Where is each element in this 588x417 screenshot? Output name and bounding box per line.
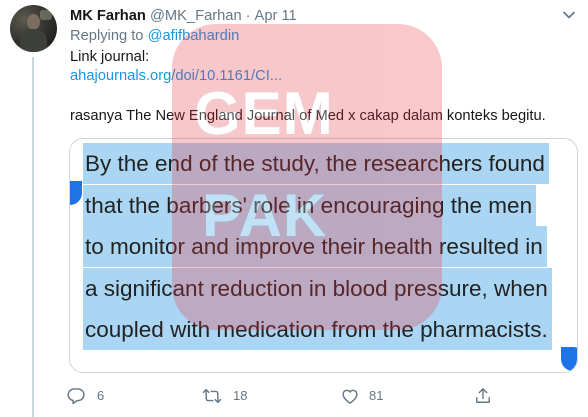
reply-icon <box>67 388 85 405</box>
highlighted-text: By the end of the study, the researchers… <box>83 143 549 184</box>
reply-button[interactable] <box>66 386 86 406</box>
journal-link[interactable]: ahajournals.org/doi/10.1161/CI... <box>70 66 282 86</box>
media-text-line: that the barbers' role in encouraging th… <box>83 184 537 226</box>
separator-dot: · <box>245 8 251 24</box>
avatar-background-light <box>40 10 52 20</box>
highlighted-text: a significant reduction in blood pressur… <box>83 267 552 309</box>
tweet-date[interactable]: Apr 11 <box>255 8 297 24</box>
highlighted-text: to monitor and improve their health resu… <box>83 226 547 267</box>
retweet-count: 18 <box>233 388 248 403</box>
share-icon <box>476 388 490 403</box>
author-name[interactable]: MK Farhan <box>70 8 146 24</box>
tweet-media-image[interactable]: By the end of the study, the researchers… <box>69 138 578 373</box>
retweet-icon <box>202 388 222 404</box>
media-text-line: By the end of the study, the researchers… <box>83 143 549 184</box>
selection-end-handle <box>561 347 577 371</box>
replying-prefix: Replying to <box>70 28 144 44</box>
reply-count: 6 <box>97 388 105 403</box>
avatar[interactable] <box>10 5 57 52</box>
more-options-button[interactable] <box>559 5 579 25</box>
media-text-line: coupled with medication from the pharmac… <box>83 309 552 350</box>
media-text-line: a significant reduction in blood pressur… <box>83 267 552 309</box>
media-text-line: to monitor and improve their health resu… <box>83 226 547 267</box>
retweet-button[interactable] <box>202 386 222 406</box>
selection-start-handle <box>70 181 82 205</box>
highlighted-text: that the barbers' role in encouraging th… <box>83 184 537 226</box>
author-handle[interactable]: @MK_Farhan <box>150 8 242 24</box>
tweet-body-text: rasanya The New England Journal of Med x… <box>70 108 546 124</box>
chevron-down-icon <box>563 11 575 19</box>
heart-icon <box>342 389 358 404</box>
avatar-head <box>27 14 40 30</box>
like-button[interactable] <box>340 386 360 406</box>
avatar-body <box>20 29 47 52</box>
tweet-header: MK Farhan @MK_Farhan · Apr 11 <box>70 6 297 26</box>
replying-to: Replying to @afifbahardin <box>70 26 239 46</box>
share-button[interactable] <box>473 386 493 406</box>
highlighted-text: coupled with medication from the pharmac… <box>83 309 552 350</box>
tweet-text-link-label: Link journal: <box>70 49 150 65</box>
thread-connector-line <box>32 57 34 417</box>
replying-to-mention[interactable]: @afifbahardin <box>148 28 240 44</box>
like-count: 81 <box>369 388 384 403</box>
